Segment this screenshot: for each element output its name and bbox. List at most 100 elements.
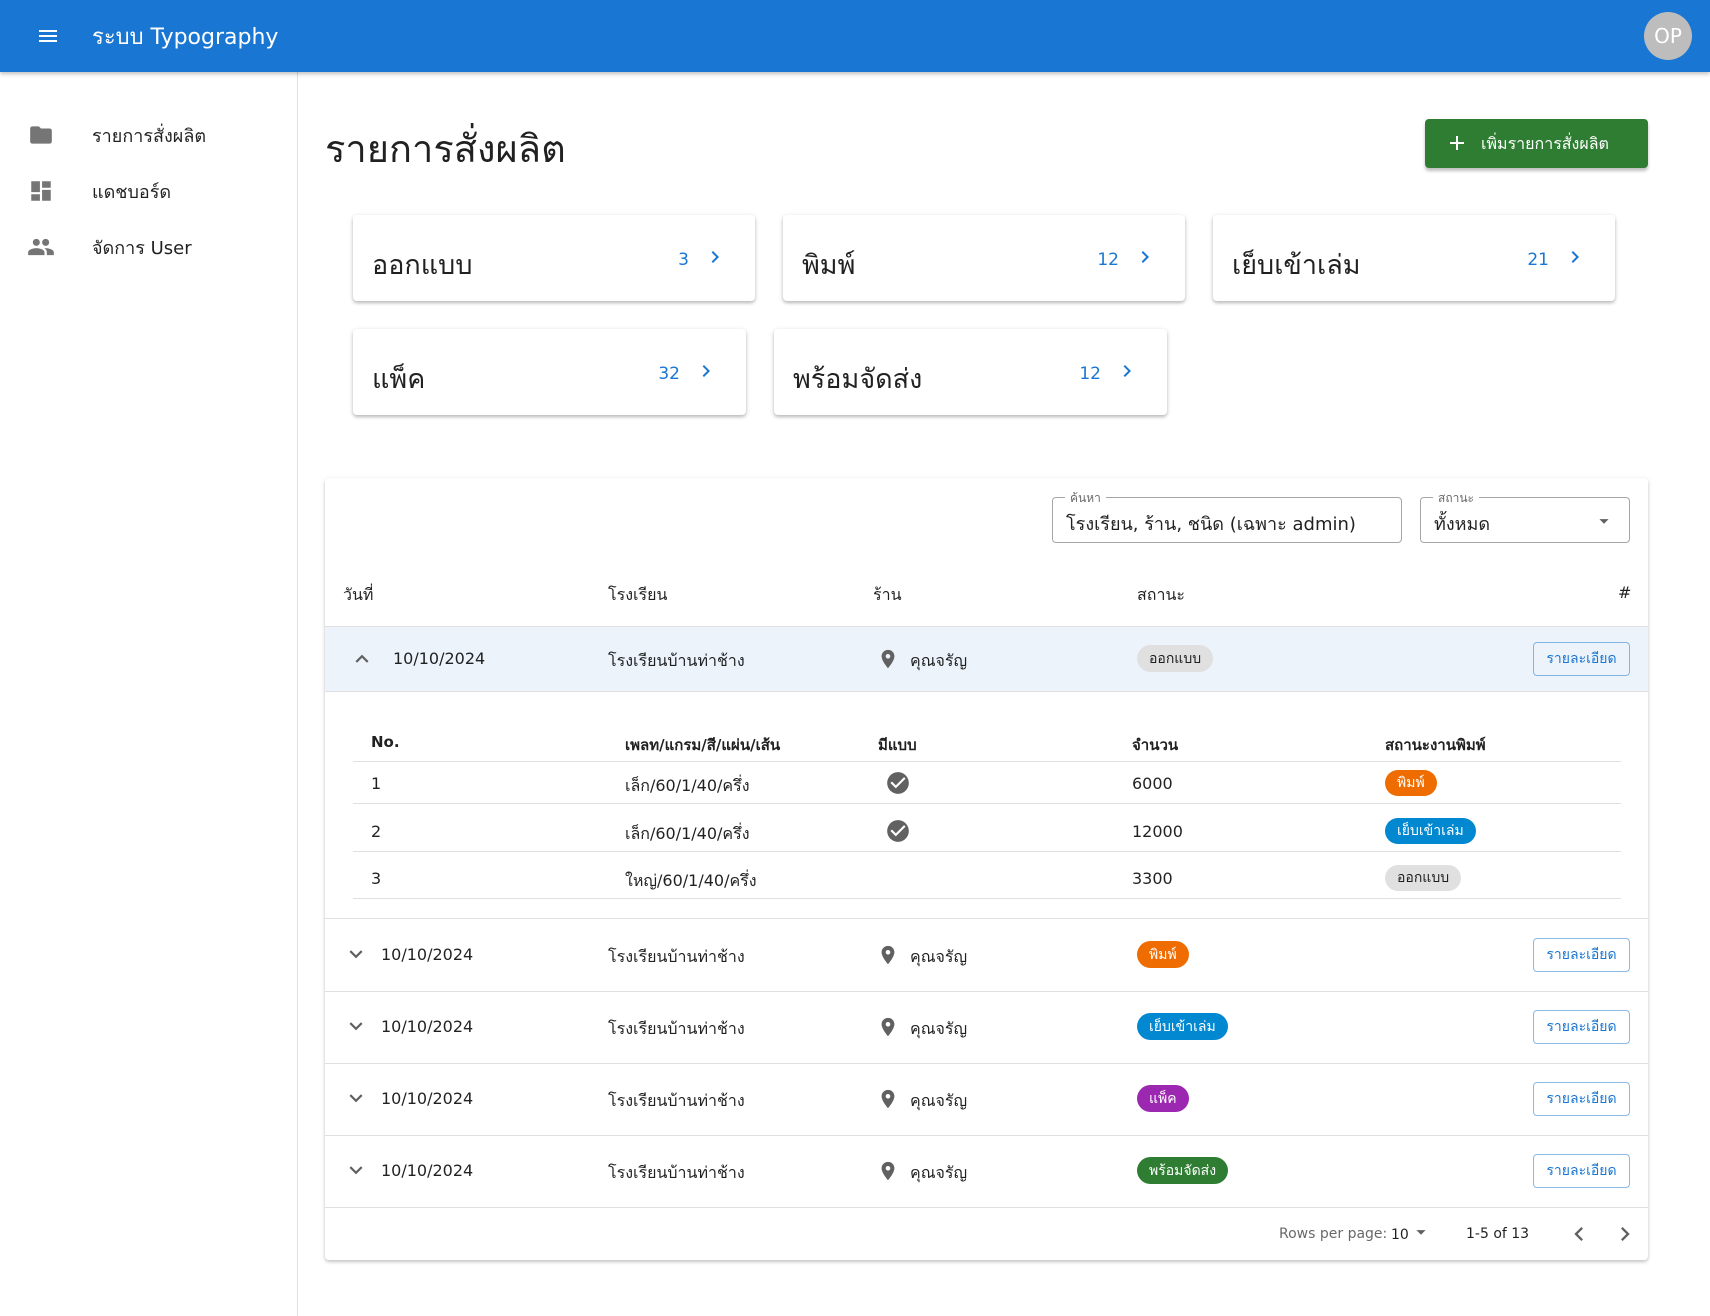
sub-header-qty: จำนวน	[1132, 736, 1179, 754]
column-header-actions: #	[1618, 583, 1632, 602]
status-chip: ออกแบบ	[1137, 645, 1214, 672]
table-row[interactable]: 10/10/2024 โรงเรียนบ้านท่าช้าง คุณจรัญ อ…	[325, 627, 1648, 691]
stat-card-label: พร้อมจัดส่ง	[793, 364, 923, 395]
row-school: โรงเรียนบ้านท่าช้าง	[608, 1019, 745, 1038]
column-header-school[interactable]: โรงเรียน	[608, 583, 667, 608]
divider	[325, 691, 1648, 692]
dropdown-arrow-icon[interactable]	[1410, 1221, 1432, 1243]
row-date: 10/10/2024	[381, 1017, 474, 1036]
divider	[325, 1207, 1648, 1208]
status-chip: พิมพ์	[1137, 941, 1189, 968]
column-header-date[interactable]: วันที่	[343, 583, 373, 608]
stat-card-count: 21	[1527, 250, 1549, 270]
search-input[interactable]: ค้นหา โรงเรียน, ร้าน, ชนิด (เฉพาะ admin)	[1052, 489, 1402, 543]
stat-card-binding[interactable]: เย็บเข้าเล่ม 21	[1213, 215, 1615, 301]
detail-button[interactable]: รายละเอียด	[1533, 1010, 1630, 1044]
avatar[interactable]: OP	[1644, 12, 1692, 60]
people-icon	[26, 232, 56, 262]
check-circle-icon	[885, 770, 911, 796]
location-pin-icon	[877, 1159, 899, 1183]
stat-card-ready[interactable]: พร้อมจัดส่ง 12	[774, 329, 1167, 415]
sub-row-spec: เล็ก/60/1/40/ครึ่ง	[625, 776, 750, 795]
chevron-down-icon[interactable]	[343, 1085, 369, 1111]
table-row[interactable]: 10/10/2024 โรงเรียนบ้านท่าช้าง คุณจรัญ แ…	[325, 1064, 1648, 1136]
app-bar: ระบบ Typography OP	[0, 0, 1710, 72]
chevron-down-icon[interactable]	[343, 1013, 369, 1039]
rows-per-page-label: Rows per page:	[1279, 1226, 1388, 1242]
add-order-button[interactable]: เพิ่มรายการสั่งผลิต	[1425, 119, 1648, 168]
stat-card-design[interactable]: ออกแบบ 3	[353, 215, 755, 301]
menu-icon[interactable]	[34, 22, 62, 50]
sub-header-no: No.	[371, 733, 400, 751]
stat-card-label: เย็บเข้าเล่ม	[1232, 250, 1361, 281]
check-circle-icon	[885, 818, 911, 844]
row-shop: คุณจรัญ	[910, 1091, 968, 1110]
stat-card-label: พิมพ์	[802, 250, 856, 281]
divider	[353, 851, 1621, 852]
detail-button[interactable]: รายละเอียด	[1533, 1082, 1630, 1116]
row-school: โรงเรียนบ้านท่าช้าง	[608, 651, 745, 670]
row-shop: คุณจรัญ	[910, 1163, 968, 1182]
stat-card-count: 12	[1079, 364, 1101, 384]
chevron-down-icon[interactable]	[343, 941, 369, 967]
divider	[353, 761, 1621, 762]
row-date: 10/10/2024	[393, 649, 486, 668]
column-header-status[interactable]: สถานะ	[1137, 583, 1185, 608]
search-label: ค้นหา	[1065, 489, 1106, 508]
folder-icon	[26, 120, 56, 150]
row-school: โรงเรียนบ้านท่าช้าง	[608, 1163, 745, 1182]
row-school: โรงเรียนบ้านท่าช้าง	[608, 947, 745, 966]
sidebar-item-label: รายการสั่งผลิต	[92, 125, 207, 147]
chevron-right-icon	[694, 359, 718, 383]
sub-row-spec: เล็ก/60/1/40/ครึ่ง	[625, 824, 750, 843]
sub-row-spec: ใหญ่/60/1/40/ครึ่ง	[625, 871, 757, 890]
stat-card-label: ออกแบบ	[372, 250, 473, 281]
sidebar: รายการสั่งผลิต แดชบอร์ด จัดการ User	[0, 72, 298, 1316]
sub-row-qty: 12000	[1132, 822, 1183, 841]
sub-row-no: 1	[371, 774, 382, 793]
stat-card-print[interactable]: พิมพ์ 12	[783, 215, 1185, 301]
rows-per-page-select[interactable]: 10	[1391, 1227, 1409, 1243]
table-row[interactable]: 10/10/2024 โรงเรียนบ้านท่าช้าง คุณจรัญ เ…	[325, 992, 1648, 1064]
search-value: โรงเรียน, ร้าน, ชนิด (เฉพาะ admin)	[1066, 514, 1356, 535]
column-header-shop[interactable]: ร้าน	[873, 583, 902, 608]
chevron-down-icon[interactable]	[343, 1157, 369, 1183]
row-shop: คุณจรัญ	[910, 651, 968, 670]
row-shop: คุณจรัญ	[910, 1019, 968, 1038]
print-status-chip: พิมพ์	[1385, 770, 1437, 796]
print-status-chip: ออกแบบ	[1385, 865, 1462, 891]
detail-button[interactable]: รายละเอียด	[1533, 1154, 1630, 1188]
chevron-right-icon[interactable]	[1611, 1220, 1639, 1248]
status-select[interactable]: สถานะ ทั้งหมด	[1420, 489, 1630, 543]
stat-card-pack[interactable]: แพ็ค 32	[353, 329, 746, 415]
divider	[353, 898, 1621, 899]
app-title: ระบบ Typography	[92, 25, 279, 50]
table-row[interactable]: 10/10/2024 โรงเรียนบ้านท่าช้าง คุณจรัญ พ…	[325, 919, 1648, 991]
status-select-label: สถานะ	[1433, 489, 1479, 508]
orders-table: ค้นหา โรงเรียน, ร้าน, ชนิด (เฉพาะ admin)…	[325, 478, 1648, 1260]
status-chip: แพ็ค	[1137, 1085, 1189, 1112]
location-pin-icon	[877, 1087, 899, 1111]
row-date: 10/10/2024	[381, 945, 474, 964]
dropdown-arrow-icon	[1593, 510, 1615, 532]
chevron-right-icon	[703, 245, 727, 269]
table-row[interactable]: 10/10/2024 โรงเรียนบ้านท่าช้าง คุณจรัญ พ…	[325, 1136, 1648, 1208]
sidebar-item-dashboard[interactable]: แดชบอร์ด	[0, 163, 297, 219]
sidebar-item-label: จัดการ User	[92, 237, 192, 259]
status-select-value: ทั้งหมด	[1434, 514, 1491, 535]
chevron-right-icon	[1563, 245, 1587, 269]
chevron-up-icon[interactable]	[349, 646, 375, 672]
sidebar-item-orders[interactable]: รายการสั่งผลิต	[0, 107, 297, 163]
sub-row-no: 3	[371, 869, 382, 888]
location-pin-icon	[877, 1015, 899, 1039]
sidebar-item-users[interactable]: จัดการ User	[0, 219, 297, 275]
row-school: โรงเรียนบ้านท่าช้าง	[608, 1091, 745, 1110]
chevron-left-icon[interactable]	[1565, 1220, 1593, 1248]
detail-button[interactable]: รายละเอียด	[1533, 642, 1630, 676]
detail-button[interactable]: รายละเอียด	[1533, 938, 1630, 972]
stat-card-count: 32	[658, 364, 680, 384]
sidebar-item-label: แดชบอร์ด	[92, 181, 172, 203]
stat-card-label: แพ็ค	[372, 364, 426, 395]
status-chip: เย็บเข้าเล่ม	[1137, 1013, 1228, 1040]
chevron-right-icon	[1133, 245, 1157, 269]
